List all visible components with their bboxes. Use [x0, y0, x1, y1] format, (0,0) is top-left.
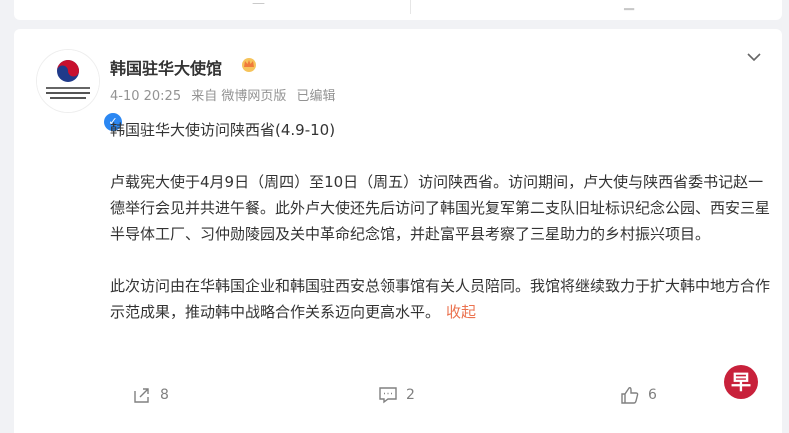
post-meta: 4-10 20:25 来自 微博网页版 已编辑 [110, 85, 342, 104]
comment-icon [379, 387, 397, 404]
like-icon[interactable]: ▁ [624, 0, 634, 11]
post-paragraph-1: 卢载宪大使于4月9日（周四）至10日（周五）访问陕西省。访问期间，卢大使与陕西省… [110, 173, 771, 243]
chevron-down-icon[interactable] [746, 49, 762, 65]
post-paragraph-2: 此次访问由在华韩国企业和韩国驻西安总领事馆有关人员陪同。我馆将继续致力于扩大韩中… [110, 273, 770, 325]
post-body: 韩国驻华大使访问陕西省(4.9-10) 卢载宪大使于4月9日（周四）至10日（周… [110, 117, 770, 325]
thumbs-up-icon [621, 387, 639, 404]
comment-icon[interactable]: — [252, 0, 265, 11]
weibo-post-card: ✓ 韩国驻华大使馆 4-10 20:25 来自 微博网页版 已编辑 韩国驻华大使… [14, 29, 782, 433]
comment-count: 2 [406, 387, 415, 403]
like-count: 6 [648, 387, 657, 403]
post-source: 来自 微博网页版 [191, 89, 287, 104]
post-time[interactable]: 4-10 20:25 [110, 89, 181, 104]
author-name[interactable]: 韩国驻华大使馆 [110, 55, 222, 79]
forward-count: 8 [160, 387, 169, 403]
edited-label[interactable]: 已编辑 [297, 89, 336, 104]
divider [410, 0, 411, 14]
post-paragraph-2-text: 此次访问由在华韩国企业和韩国驻西安总领事馆有关人员陪同。我馆将继续致力于扩大韩中… [110, 277, 771, 321]
avatar[interactable]: ✓ [36, 49, 124, 133]
collapse-link[interactable]: 收起 [446, 303, 476, 321]
comment-button[interactable]: 2 [378, 385, 415, 405]
previous-post-card-bottom: — ▁ [14, 0, 782, 20]
forward-button[interactable]: 8 [132, 385, 169, 405]
action-bar: 8 2 6 [14, 375, 782, 415]
crown-icon [242, 58, 256, 72]
like-button[interactable]: 6 [620, 385, 657, 405]
post-title-line: 韩国驻华大使访问陕西省(4.9-10) [110, 121, 336, 139]
forward-icon [134, 388, 149, 403]
zaobao-logo-badge: 早 [724, 365, 758, 399]
embassy-logo-icon [37, 50, 99, 112]
